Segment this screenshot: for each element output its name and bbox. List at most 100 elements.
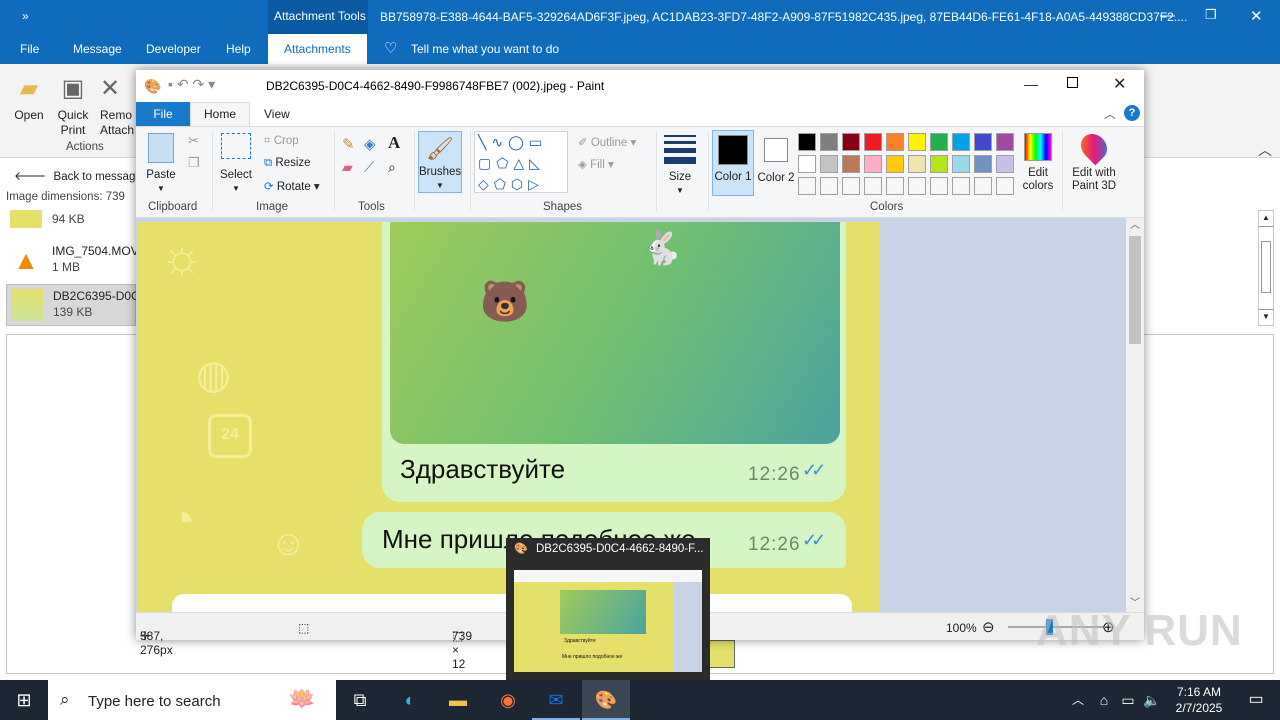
taskbar-thumbnail-preview[interactable]: 🎨 DB2C6395-D0C4-4662-8490-F... Здравству…: [506, 538, 710, 680]
close-icon[interactable]: ✕: [1250, 7, 1263, 25]
quick-access-chevron-icon[interactable]: »: [22, 9, 29, 23]
palette-swatch[interactable]: [886, 133, 904, 151]
tab-message[interactable]: Message: [73, 42, 122, 56]
palette-swatch[interactable]: [930, 155, 948, 173]
minimize-icon[interactable]: —: [1024, 76, 1038, 92]
preview-scrollbar[interactable]: ▲ ▼: [1258, 210, 1274, 326]
canvas-scrollbar[interactable]: ︿ ﹀: [1126, 218, 1144, 612]
help-icon[interactable]: ?: [1124, 105, 1140, 121]
tab-file[interactable]: File: [20, 42, 39, 56]
palette-swatch[interactable]: [952, 155, 970, 173]
select-button[interactable]: Select ▼: [220, 133, 252, 195]
tab-developer[interactable]: Developer: [146, 42, 201, 56]
brushes-button[interactable]: 🖌 Brushes ▼: [418, 131, 462, 193]
palette-swatch[interactable]: [798, 155, 816, 173]
edit-colors-button[interactable]: Edit colors: [1018, 133, 1058, 193]
file-explorer-icon[interactable]: ▬: [434, 680, 482, 720]
palette-swatch[interactable]: [908, 155, 926, 173]
palette-swatch[interactable]: [974, 155, 992, 173]
palette-swatch[interactable]: [798, 133, 816, 151]
rotate-button[interactable]: ⟳ Rotate ▾: [264, 179, 320, 193]
firefox-icon[interactable]: ◉: [484, 680, 532, 720]
task-view-icon[interactable]: ⧉: [336, 680, 384, 720]
open-button[interactable]: ▰ Open: [10, 70, 48, 123]
scroll-thumb[interactable]: [1261, 241, 1271, 293]
palette-swatch[interactable]: [864, 177, 882, 195]
palette-swatch[interactable]: [820, 133, 838, 151]
palette-swatch[interactable]: [908, 177, 926, 195]
paste-button[interactable]: Paste ▼: [146, 133, 176, 195]
magnifier-icon[interactable]: ⌕: [388, 159, 396, 176]
outlook-taskbar-icon[interactable]: ✉: [532, 680, 580, 720]
palette-swatch[interactable]: [820, 177, 838, 195]
attachment-item-selected[interactable]: DB2C6395-D0C 139 KB: [6, 284, 140, 326]
palette-swatch[interactable]: [842, 177, 860, 195]
tab-view[interactable]: View: [264, 107, 290, 121]
scroll-up-icon[interactable]: ▲: [1259, 211, 1273, 227]
maximize-icon[interactable]: [1067, 77, 1078, 88]
volume-icon[interactable]: 🔈: [1140, 680, 1164, 720]
palette-swatch[interactable]: [974, 133, 992, 151]
minimize-icon[interactable]: —: [1160, 7, 1175, 24]
outline-button[interactable]: ✐ Outline ▾: [578, 135, 636, 149]
scroll-up-icon[interactable]: ︿: [1126, 218, 1144, 234]
size-button[interactable]: Size ▼: [662, 133, 698, 197]
paint3d-button[interactable]: Edit with Paint 3D: [1068, 128, 1120, 193]
scroll-down-icon[interactable]: ▼: [1259, 309, 1273, 325]
palette-swatch[interactable]: [974, 177, 992, 195]
tab-home[interactable]: Home: [190, 102, 250, 127]
tab-attachments[interactable]: Attachments: [268, 34, 367, 64]
ethernet-icon[interactable]: ▭: [1116, 680, 1140, 720]
palette-swatch[interactable]: [864, 155, 882, 173]
palette-swatch[interactable]: [842, 133, 860, 151]
color1-button[interactable]: Color 1: [712, 130, 754, 196]
quick-print-button[interactable]: ▣ Quick Print: [54, 70, 92, 138]
cut-icon[interactable]: ✂: [188, 133, 199, 149]
attachment-item[interactable]: 94 KB: [6, 206, 136, 232]
copy-icon[interactable]: ❐: [188, 155, 200, 171]
pencil-icon[interactable]: ✎: [342, 135, 355, 153]
fill-bucket-icon[interactable]: ◈: [364, 135, 376, 153]
palette-swatch[interactable]: [798, 177, 816, 195]
close-icon[interactable]: ✕: [1113, 74, 1126, 94]
restore-icon[interactable]: ❐: [1205, 7, 1217, 23]
tab-help[interactable]: Help: [226, 42, 251, 56]
collapse-ribbon-icon[interactable]: ︿: [1258, 140, 1272, 160]
scroll-thumb[interactable]: [1129, 236, 1141, 344]
palette-swatch[interactable]: [930, 177, 948, 195]
palette-swatch[interactable]: [930, 133, 948, 151]
palette-swatch[interactable]: [842, 155, 860, 173]
tab-file[interactable]: File: [136, 102, 190, 126]
color2-button[interactable]: Color 2: [756, 130, 796, 185]
taskbar-search-box[interactable]: ⌕ Type here to search 🪷: [48, 680, 336, 720]
back-to-message-link[interactable]: 🡐 Back to message: [14, 168, 142, 183]
palette-swatch[interactable]: [864, 133, 882, 151]
start-windows-icon[interactable]: ⊞: [0, 680, 48, 720]
palette-swatch[interactable]: [886, 155, 904, 173]
text-tool-icon[interactable]: A: [388, 133, 400, 153]
palette-swatch[interactable]: [996, 177, 1014, 195]
attachment-item[interactable]: ▲ IMG_7504.MOV 1 MB: [6, 240, 139, 280]
palette-swatch[interactable]: [996, 155, 1014, 173]
shapes-gallery[interactable]: ╲∿◯▭ ▢⬠△◺ ◇⬠⬡▷: [474, 131, 568, 193]
resize-button[interactable]: ⧉ Resize: [264, 157, 311, 170]
eraser-icon[interactable]: ▰: [342, 159, 353, 176]
palette-swatch[interactable]: [952, 177, 970, 195]
edge-icon[interactable]: ◐: [386, 680, 434, 720]
collapse-ribbon-icon[interactable]: ︿: [1104, 105, 1116, 122]
remove-attachment-button[interactable]: ✕ Remo Attach: [100, 70, 136, 138]
zoom-out-icon[interactable]: ⊖: [982, 618, 995, 636]
palette-swatch[interactable]: [908, 133, 926, 151]
paint-taskbar-icon[interactable]: 🎨: [582, 680, 630, 720]
network-icon[interactable]: ⌂: [1092, 680, 1116, 720]
fill-button[interactable]: ◈ Fill ▾: [578, 157, 614, 171]
notifications-icon[interactable]: ▭: [1232, 680, 1280, 720]
show-hidden-icons[interactable]: ︿: [1066, 680, 1090, 720]
crop-button[interactable]: ⌗ Crop: [264, 135, 299, 148]
palette-swatch[interactable]: [820, 155, 838, 173]
quick-access-toolbar[interactable]: ▪ ↶ ↷ ▾: [168, 76, 215, 93]
palette-swatch[interactable]: [886, 177, 904, 195]
palette-swatch[interactable]: [996, 133, 1014, 151]
clock[interactable]: 7:16 AM 2/7/2025: [1166, 684, 1232, 716]
tell-me-input[interactable]: Tell me what you want to do: [411, 42, 559, 56]
